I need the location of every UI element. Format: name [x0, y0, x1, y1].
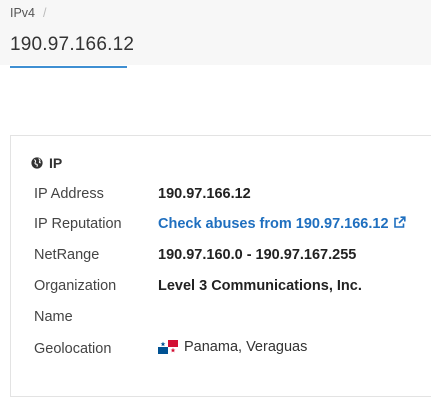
ip-address-value: 190.97.166.12	[158, 186, 251, 202]
netrange-label: NetRange	[34, 247, 100, 263]
ip-reputation-link-text[interactable]: Check abuses from 190.97.166.12	[158, 216, 389, 232]
name-label: Name	[34, 309, 73, 325]
geolocation-value: Panama, Veraguas	[158, 339, 307, 355]
organization-label: Organization	[34, 278, 117, 294]
geolocation-label: Geolocation	[34, 341, 112, 357]
netrange-value: 190.97.160.0 - 190.97.167.255	[158, 247, 357, 263]
external-link-icon[interactable]	[393, 216, 406, 229]
panama-flag-icon	[158, 340, 178, 354]
ip-reputation-label: IP Reputation	[34, 216, 122, 232]
breadcrumb: IPv4 /	[10, 6, 47, 20]
organization-value: Level 3 Communications, Inc.	[158, 278, 362, 294]
breadcrumb-item-ipv4[interactable]: IPv4	[10, 6, 35, 20]
ip-address-label: IP Address	[34, 186, 104, 202]
breadcrumb-separator: /	[43, 6, 47, 20]
card-header: IP	[31, 155, 62, 171]
geolocation-text: Panama, Veraguas	[184, 339, 308, 355]
globe-icon	[31, 157, 43, 169]
page-title: 190.97.166.12	[10, 34, 135, 55]
active-tab-underline	[10, 66, 127, 68]
card-header-title: IP	[49, 155, 63, 171]
ip-info-card	[10, 135, 431, 397]
ip-reputation-link[interactable]: Check abuses from 190.97.166.12	[158, 216, 406, 232]
